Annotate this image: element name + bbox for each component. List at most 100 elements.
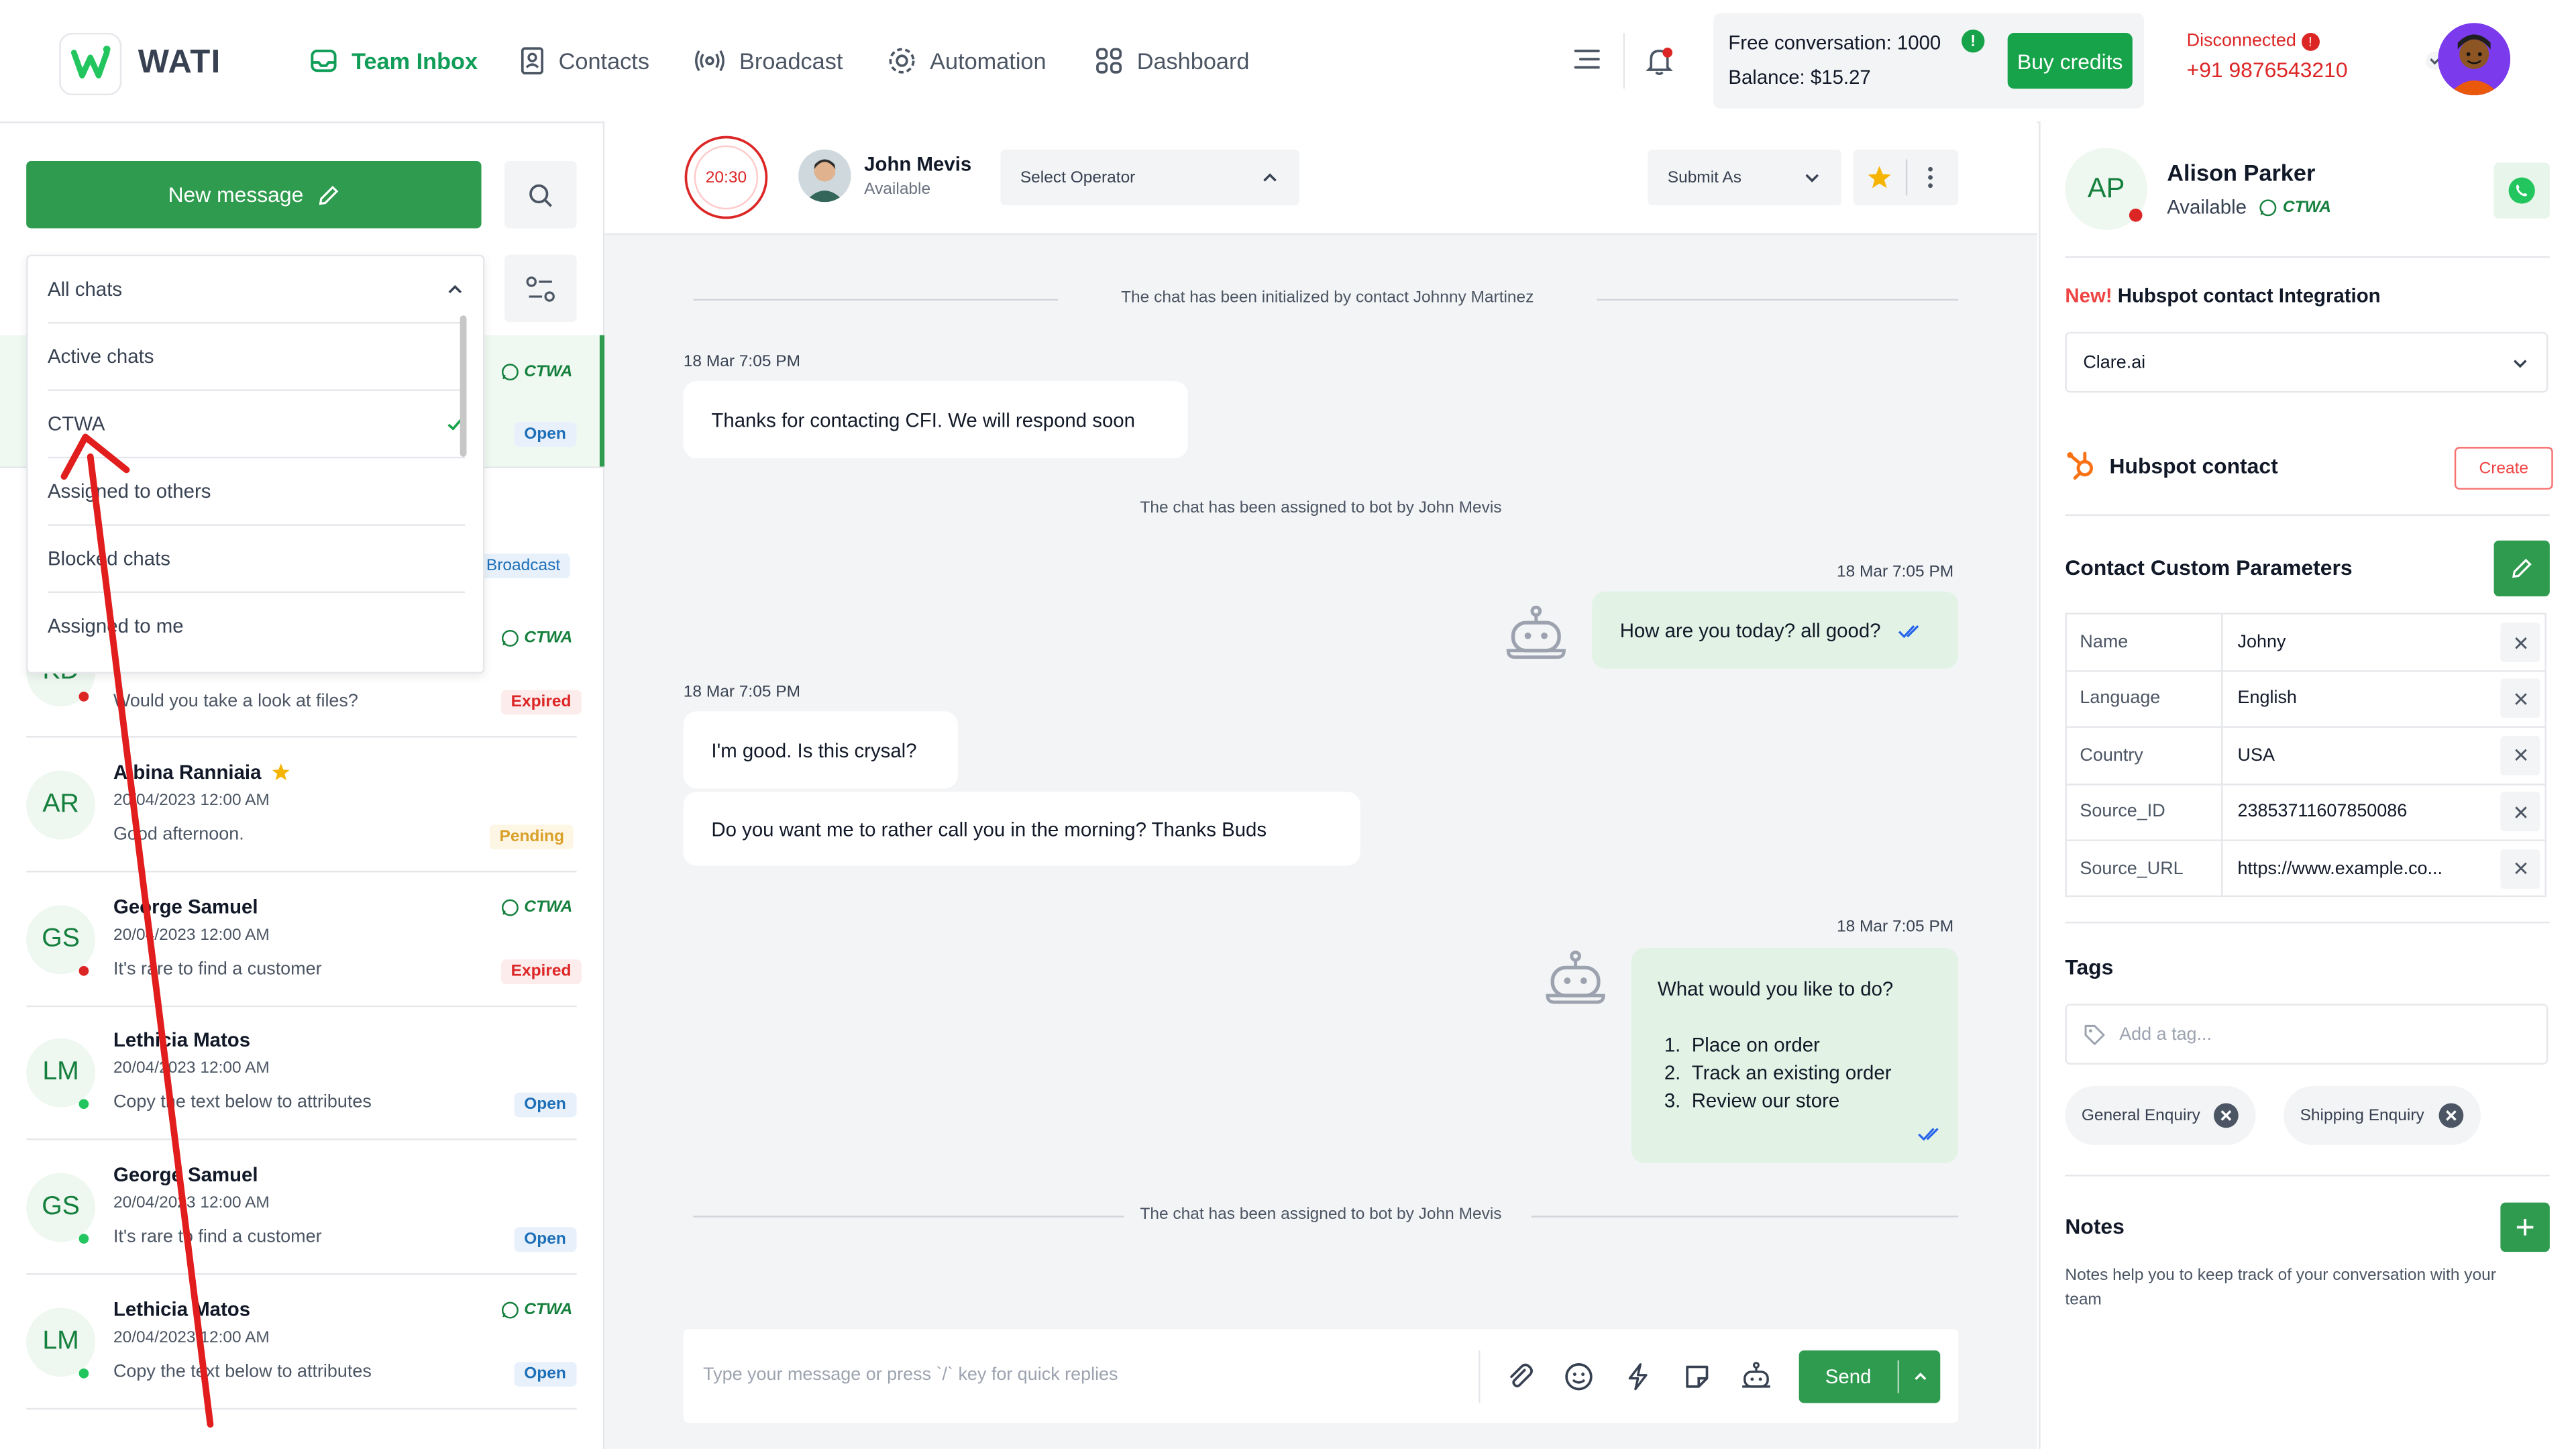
status-dot	[78, 1099, 89, 1110]
tag-chip[interactable]: General Enquiry	[2065, 1085, 2257, 1145]
balance: Balance: $15.27	[1728, 65, 1871, 89]
wati-logo-icon[interactable]	[59, 32, 122, 96]
param-value[interactable]: 23853711607850086	[2238, 802, 2478, 822]
search-button[interactable]	[504, 161, 577, 229]
message-timestamp: 18 Mar 7:05 PM	[1836, 918, 1954, 936]
filter-button[interactable]	[504, 254, 577, 323]
info-icon[interactable]: !	[1962, 30, 1985, 53]
more-vertical-icon[interactable]	[1927, 166, 1934, 189]
bot-icon	[1543, 947, 1609, 1012]
filter-option-ctwa[interactable]: CTWA	[48, 391, 466, 459]
param-value[interactable]: English	[2238, 689, 2478, 708]
bell-icon[interactable]	[1644, 44, 1674, 77]
param-value[interactable]: Johny	[2238, 633, 2478, 652]
status-badge: Pending	[489, 824, 574, 850]
divider	[1905, 159, 1908, 196]
remove-param-button[interactable]	[2500, 735, 2540, 775]
remove-param-button[interactable]	[2500, 849, 2540, 888]
system-message: The chat has been assigned to bot by Joh…	[1140, 1205, 1502, 1224]
integration-select-value: Clare.ai	[2083, 352, 2146, 372]
param-key: Name	[2080, 632, 2129, 653]
option-label: CTWA	[48, 412, 105, 435]
dashboard-icon	[1096, 48, 1122, 74]
params-title: Contact Custom Parameters	[2065, 555, 2353, 580]
incoming-message: Thanks for contacting CFI. We will respo…	[683, 381, 1188, 459]
option-item: 3. Review our store	[1664, 1089, 1840, 1112]
filter-option-assigned-to-others[interactable]: Assigned to others	[48, 458, 466, 526]
filter-option-active-chats[interactable]: Active chats	[48, 323, 466, 391]
add-note-button[interactable]	[2500, 1202, 2550, 1252]
nav-broadcast[interactable]: Broadcast	[693, 43, 843, 79]
submit-as[interactable]: Submit As	[1648, 149, 1842, 206]
remove-param-button[interactable]	[2500, 679, 2540, 719]
option-item: 1. Place on order	[1664, 1033, 1820, 1057]
menu-icon[interactable]	[1572, 46, 1602, 72]
select-operator[interactable]: Select Operator	[1000, 149, 1300, 206]
remove-tag-icon[interactable]	[2213, 1102, 2239, 1128]
nav-dashboard[interactable]: Dashboard	[1094, 43, 1249, 79]
param-value[interactable]: USA	[2238, 745, 2478, 765]
divider	[2065, 783, 2546, 786]
connection-status: Disconnected !	[2187, 32, 2320, 51]
remove-param-button[interactable]	[2500, 792, 2540, 832]
chat-filter-dropdown[interactable]: All chats Active chats CTWA Assigned to …	[26, 254, 485, 674]
chat-date: 20/04/2023 12:00 AM	[113, 926, 270, 945]
nav-team-inbox[interactable]: Team Inbox	[309, 43, 478, 79]
filter-option-blocked-chats[interactable]: Blocked chats	[48, 526, 466, 594]
message-timestamp: 18 Mar 7:05 PM	[683, 683, 801, 702]
lightning-icon[interactable]	[1623, 1362, 1653, 1391]
tag-input[interactable]: Add a tag...	[2065, 1004, 2548, 1065]
bot-icon[interactable]	[1739, 1360, 1772, 1393]
nav-contacts[interactable]: Contacts	[519, 43, 649, 79]
close-icon	[2514, 636, 2526, 649]
chevron-up-icon	[1263, 173, 1277, 182]
system-message: The chat has been assigned to bot by Joh…	[1140, 499, 1502, 518]
divider	[2065, 921, 2550, 924]
create-button[interactable]: Create	[2454, 447, 2553, 490]
ctwa-tag: CTWA	[501, 899, 572, 917]
chat-date: 20/04/2023 12:00 AM	[113, 1194, 270, 1213]
chat-name-line: Lethicia Matos	[113, 1298, 250, 1321]
ctwa-tag: CTWA	[501, 1301, 572, 1320]
param-key: Language	[2080, 689, 2161, 709]
nav-automation[interactable]: Automation	[887, 43, 1046, 79]
star-icon	[272, 763, 290, 780]
filter-option-assigned-to-me[interactable]: Assigned to me	[48, 593, 465, 659]
status-badge: Open	[514, 1362, 576, 1387]
whatsapp-button[interactable]	[2493, 162, 2550, 219]
new-label: New!	[2065, 284, 2112, 307]
send-button[interactable]: Send	[1799, 1350, 1941, 1403]
tag-chip[interactable]: Shipping Enquiry	[2284, 1085, 2481, 1145]
user-avatar[interactable]	[2438, 23, 2511, 96]
message-input[interactable]: Type your message or press `/` key for q…	[703, 1365, 1118, 1385]
divider	[2221, 612, 2223, 898]
remove-tag-icon[interactable]	[2437, 1102, 2463, 1128]
close-icon	[2514, 862, 2526, 875]
automation-icon	[889, 48, 915, 74]
sticker-icon[interactable]	[1682, 1362, 1712, 1391]
buy-credits-button[interactable]: Buy credits	[2007, 32, 2133, 89]
operator-avatar	[798, 149, 851, 203]
paperclip-icon[interactable]	[1505, 1362, 1534, 1391]
chat-name: Lethicia Matos	[113, 1297, 251, 1321]
param-value[interactable]: https://www.example.co...	[2238, 859, 2478, 878]
status-badge: Open	[514, 1092, 576, 1118]
contact-avatar: LM	[26, 1038, 96, 1108]
close-icon	[2514, 693, 2526, 705]
chat-date: 20/04/2023 12:00 AM	[113, 1329, 270, 1348]
message-text: How are you today? all good?	[1619, 619, 1881, 642]
filter-selected[interactable]: All chats	[48, 256, 466, 324]
chevron-down-icon	[2513, 359, 2527, 368]
chevron-up-icon[interactable]	[1913, 1368, 1929, 1385]
edit-params-button[interactable]	[2493, 540, 2550, 596]
integration-select[interactable]: Clare.ai	[2065, 331, 2548, 393]
dropdown-scrollbar[interactable]	[460, 315, 467, 457]
star-icon[interactable]	[1866, 164, 1892, 191]
emoji-icon[interactable]	[1564, 1362, 1593, 1391]
status-dot	[78, 966, 89, 976]
new-message-button[interactable]: New message	[26, 161, 482, 229]
whatsapp-icon	[2260, 199, 2277, 216]
remove-param-button[interactable]	[2500, 623, 2540, 662]
divider	[1479, 1350, 1481, 1403]
contact-status-label: Available	[2167, 195, 2247, 219]
